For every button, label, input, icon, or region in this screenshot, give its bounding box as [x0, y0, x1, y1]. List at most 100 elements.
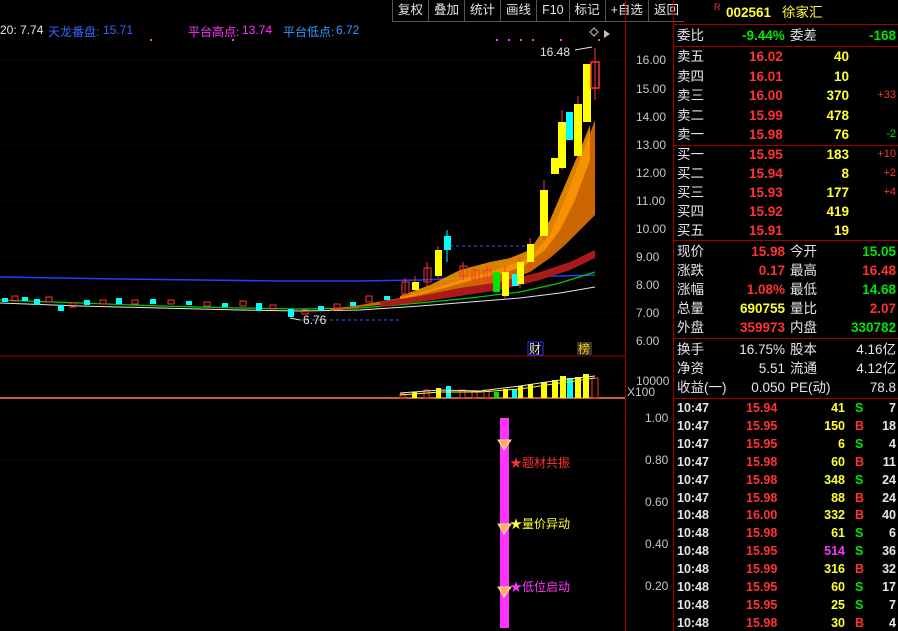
tick-side: B — [855, 562, 865, 577]
tick-price: 15.95 — [746, 436, 778, 451]
signal-volume-price: ★量价异动 — [510, 517, 571, 531]
stat2-label: 净资 — [677, 361, 704, 376]
tick-row: 10:48 15.98 61 S 6 — [674, 524, 898, 542]
stat2-value: 4.12亿 — [856, 361, 896, 376]
tick-row: 10:48 16.00 332 B 40 — [674, 506, 898, 524]
tick-price: 15.98 — [746, 490, 778, 505]
tick-time: 10:48 — [677, 508, 709, 523]
weibi-value: -9.44% — [742, 28, 785, 43]
high-arrow — [574, 46, 593, 51]
tick-count: 24 — [882, 472, 896, 487]
kline-chart[interactable]: 16.48 6.76 财 榜 — [0, 0, 625, 631]
toolbar-draw-button[interactable]: 画线 — [500, 0, 537, 22]
stat2-value: 5.51 — [758, 361, 785, 376]
bid-price: 15.91 — [749, 223, 783, 238]
bid-row[interactable]: 买一 15.95 183 +10 — [674, 145, 898, 164]
weibi-label: 委比 — [677, 28, 704, 43]
tick-volume: 150 — [824, 418, 845, 433]
tick-volume: 61 — [831, 526, 845, 541]
bid-row[interactable]: 买四 15.92 419 — [674, 202, 898, 221]
tick-volume: 316 — [824, 562, 845, 577]
weicha-label: 委差 — [790, 28, 817, 43]
tick-side: S — [855, 472, 864, 487]
stat-value: 15.05 — [862, 244, 896, 259]
ask-volume: 40 — [833, 49, 849, 64]
tick-side: B — [855, 454, 865, 469]
ask-row[interactable]: 卖四 16.01 10 — [674, 67, 898, 86]
ask-row[interactable]: 卖五 16.02 40 — [674, 47, 898, 66]
bid-label: 买三 — [677, 185, 704, 200]
price-tick: 16.00 — [636, 53, 667, 67]
tick-row: 10:47 15.98 60 B 11 — [674, 453, 898, 471]
tick-count: 24 — [882, 490, 896, 505]
tick-volume: 88 — [831, 490, 845, 505]
ask-volume: 370 — [826, 88, 849, 103]
tick-volume: 41 — [831, 401, 845, 415]
tick-count: 32 — [882, 562, 896, 577]
tick-time: 10:48 — [677, 597, 709, 612]
toolbar-add-watchlist-button[interactable]: +自选 — [604, 0, 648, 22]
toolbar-overlay-button[interactable]: 叠加 — [428, 0, 465, 22]
bid-row[interactable]: 买三 15.93 177 +4 — [674, 183, 898, 202]
ask-row[interactable]: 卖二 15.99 478 — [674, 106, 898, 125]
stat2-row: 收益(一) 0.050 PE(动) 78.8 — [674, 378, 898, 397]
signal-tick: 0.20 — [645, 579, 669, 593]
stock-code: 002561 — [726, 5, 772, 20]
signal-tick: 0.40 — [645, 537, 669, 551]
stat2-label: 换手 — [677, 342, 704, 357]
tick-price: 15.95 — [746, 580, 778, 594]
tick-side: S — [855, 526, 864, 541]
toolbar-stats-button[interactable]: 统计 — [464, 0, 501, 22]
stat-value: 15.98 — [751, 244, 785, 259]
tick-time: 10:48 — [677, 526, 709, 541]
signal-low-start: ★低位启动 — [510, 580, 571, 594]
price-tick: 11.00 — [636, 194, 666, 208]
tick-row: 10:47 15.95 150 B 18 — [674, 417, 898, 435]
ask-change: +33 — [877, 89, 896, 101]
bid-volume: 419 — [826, 204, 849, 219]
toolbar-mark-button[interactable]: 标记 — [568, 0, 605, 22]
bang-marker: 榜 — [578, 341, 590, 356]
stat-label: 最低 — [790, 282, 817, 297]
stat-row: 总量 690755 量比 2.07 — [674, 299, 898, 318]
price-tick: 13.00 — [636, 138, 667, 152]
bid-label: 买五 — [677, 223, 704, 238]
bid-row[interactable]: 买二 15.94 8 +2 — [674, 164, 898, 183]
tick-price: 15.98 — [746, 526, 778, 541]
stat-label: 总量 — [677, 301, 704, 316]
tick-count: 4 — [889, 615, 896, 630]
ask-row[interactable]: 卖三 16.00 370 +33 — [674, 86, 898, 105]
bid-price: 15.94 — [749, 166, 783, 181]
low-annotation: 6.76 — [303, 313, 327, 327]
toolbar-restore-rights-button[interactable]: 复权 — [392, 0, 429, 22]
stat2-label: 流通 — [790, 361, 817, 376]
tick-count: 6 — [889, 526, 896, 541]
legend-low-value: 6.72 — [336, 23, 360, 37]
stat-value: 14.68 — [862, 282, 896, 297]
ask-volume: 76 — [833, 127, 849, 142]
stat-label: 涨跌 — [677, 263, 704, 278]
tick-row: 10:47 15.95 6 S 4 — [674, 435, 898, 453]
stat-value: 1.08% — [746, 282, 785, 297]
stat-label: 涨幅 — [677, 282, 704, 297]
stat2-row: 换手 16.75% 股本 4.16亿 — [674, 340, 898, 359]
toolbar-f10-button[interactable]: F10 — [536, 0, 569, 22]
tick-count: 7 — [889, 401, 896, 415]
ask-change: -2 — [886, 128, 896, 140]
tick-time: 10:47 — [677, 472, 709, 487]
price-tick: 15.00 — [636, 82, 667, 96]
high-annotation: 16.48 — [540, 45, 570, 59]
bid-row[interactable]: 买五 15.91 19 — [674, 221, 898, 240]
stat-value: 0.17 — [758, 263, 785, 278]
cai-marker: 财 — [529, 342, 541, 356]
tick-row: 10:47 15.98 348 S 24 — [674, 471, 898, 489]
tick-side: B — [855, 490, 865, 505]
collapse-icon — [604, 30, 610, 38]
bid-price: 15.93 — [749, 185, 783, 200]
tick-row: 10:48 15.95 60 S 17 — [674, 578, 898, 596]
bid-change: +10 — [877, 148, 896, 160]
stat-row: 涨幅 1.08% 最低 14.68 — [674, 280, 898, 299]
bid-price: 15.92 — [749, 204, 783, 219]
ask-row[interactable]: 卖一 15.98 76 -2 — [674, 125, 898, 144]
axis-divider — [625, 0, 626, 631]
